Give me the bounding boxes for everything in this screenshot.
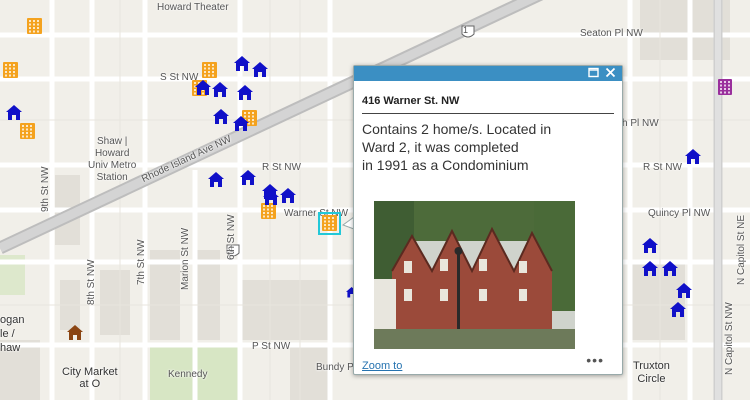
popup-title: 416 Warner St. NW xyxy=(362,95,614,114)
popup-description: Contains 2 home/s. Located in Ward 2, it… xyxy=(362,120,614,174)
home-marker[interactable] xyxy=(642,261,658,276)
home-marker[interactable] xyxy=(213,109,229,124)
popup-desc-line: in 1991 as a Condominium xyxy=(362,157,529,173)
home-marker[interactable] xyxy=(234,56,250,71)
home-marker[interactable] xyxy=(252,62,268,77)
home-marker[interactable] xyxy=(208,172,224,187)
maximize-icon[interactable] xyxy=(587,67,600,80)
more-options-button[interactable]: ••• xyxy=(586,352,604,368)
home-marker[interactable] xyxy=(6,105,22,120)
home-marker[interactable] xyxy=(685,149,701,164)
property-photo xyxy=(374,201,575,349)
condo-marker[interactable] xyxy=(202,62,217,78)
condo-marker[interactable] xyxy=(3,62,18,78)
close-icon[interactable] xyxy=(604,67,617,80)
home-marker[interactable] xyxy=(676,283,692,298)
selected-feature-highlight xyxy=(318,212,341,235)
home-marker[interactable] xyxy=(670,302,686,317)
condo-marker[interactable] xyxy=(27,18,42,34)
home-marker[interactable] xyxy=(280,188,296,203)
zoom-to-link[interactable]: Zoom to xyxy=(362,360,402,372)
map-view[interactable]: Howard Theater 1 1 Seaton Pl NW S St NW … xyxy=(0,0,750,400)
popup-footer: Zoom to ••• xyxy=(362,352,614,372)
feature-popup: 416 Warner St. NW Contains 2 home/s. Loc… xyxy=(353,65,623,375)
popup-desc-line: Contains 2 home/s. Located in xyxy=(362,121,552,137)
home-marker[interactable] xyxy=(240,170,256,185)
home-marker[interactable] xyxy=(642,238,658,253)
home-marker[interactable] xyxy=(237,85,253,100)
home-marker[interactable] xyxy=(662,261,678,276)
popup-title-bar xyxy=(354,66,622,81)
home-marker-brown[interactable] xyxy=(67,325,83,340)
purple-marker[interactable] xyxy=(718,79,732,95)
popup-desc-line: Ward 2, it was completed xyxy=(362,139,519,155)
home-marker[interactable] xyxy=(212,82,228,97)
condo-marker[interactable] xyxy=(261,203,276,219)
condo-marker[interactable] xyxy=(20,123,35,139)
